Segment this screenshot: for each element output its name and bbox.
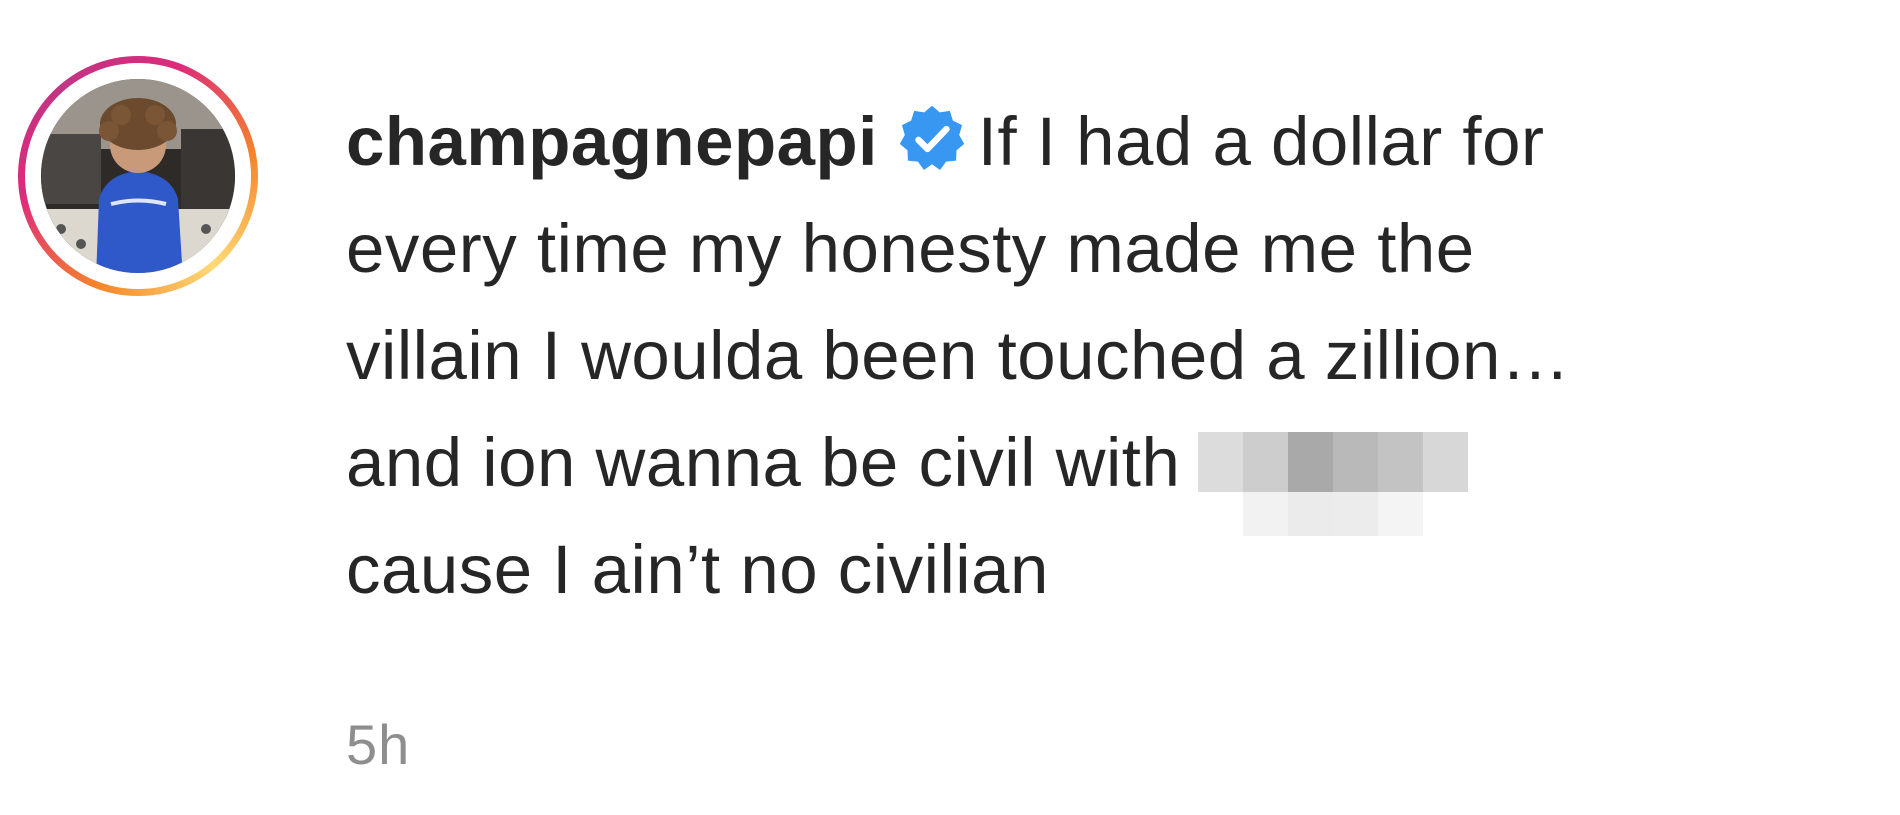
username-link[interactable]: champagnepapi xyxy=(346,103,878,180)
comment-caption: champagnepapi If I had a dollar for ever… xyxy=(346,88,1866,623)
redacted-blur xyxy=(1198,432,1469,536)
avatar[interactable] xyxy=(41,79,235,273)
caption-text-line-4: and ion wanna be civil with xyxy=(346,424,1181,501)
caption-line-2: every time my honesty made me the xyxy=(346,210,1475,287)
timestamp[interactable]: 5h xyxy=(346,712,410,777)
verified-badge-icon xyxy=(899,105,965,170)
caption-line-1: champagnepapi If I had a dollar for xyxy=(346,88,1866,195)
caption-line-5: cause I ain’t no civilian xyxy=(346,531,1049,608)
avatar-gap xyxy=(25,63,251,289)
comment: champagnepapi If I had a dollar for ever… xyxy=(0,0,1900,815)
caption-line-3: villain I woulda been touched a zillion… xyxy=(346,317,1571,394)
avatar-story-ring[interactable] xyxy=(18,56,258,296)
caption-text-line-1: If I had a dollar for xyxy=(977,103,1545,180)
caption-line-4: and ion wanna be civil with xyxy=(346,409,1866,536)
